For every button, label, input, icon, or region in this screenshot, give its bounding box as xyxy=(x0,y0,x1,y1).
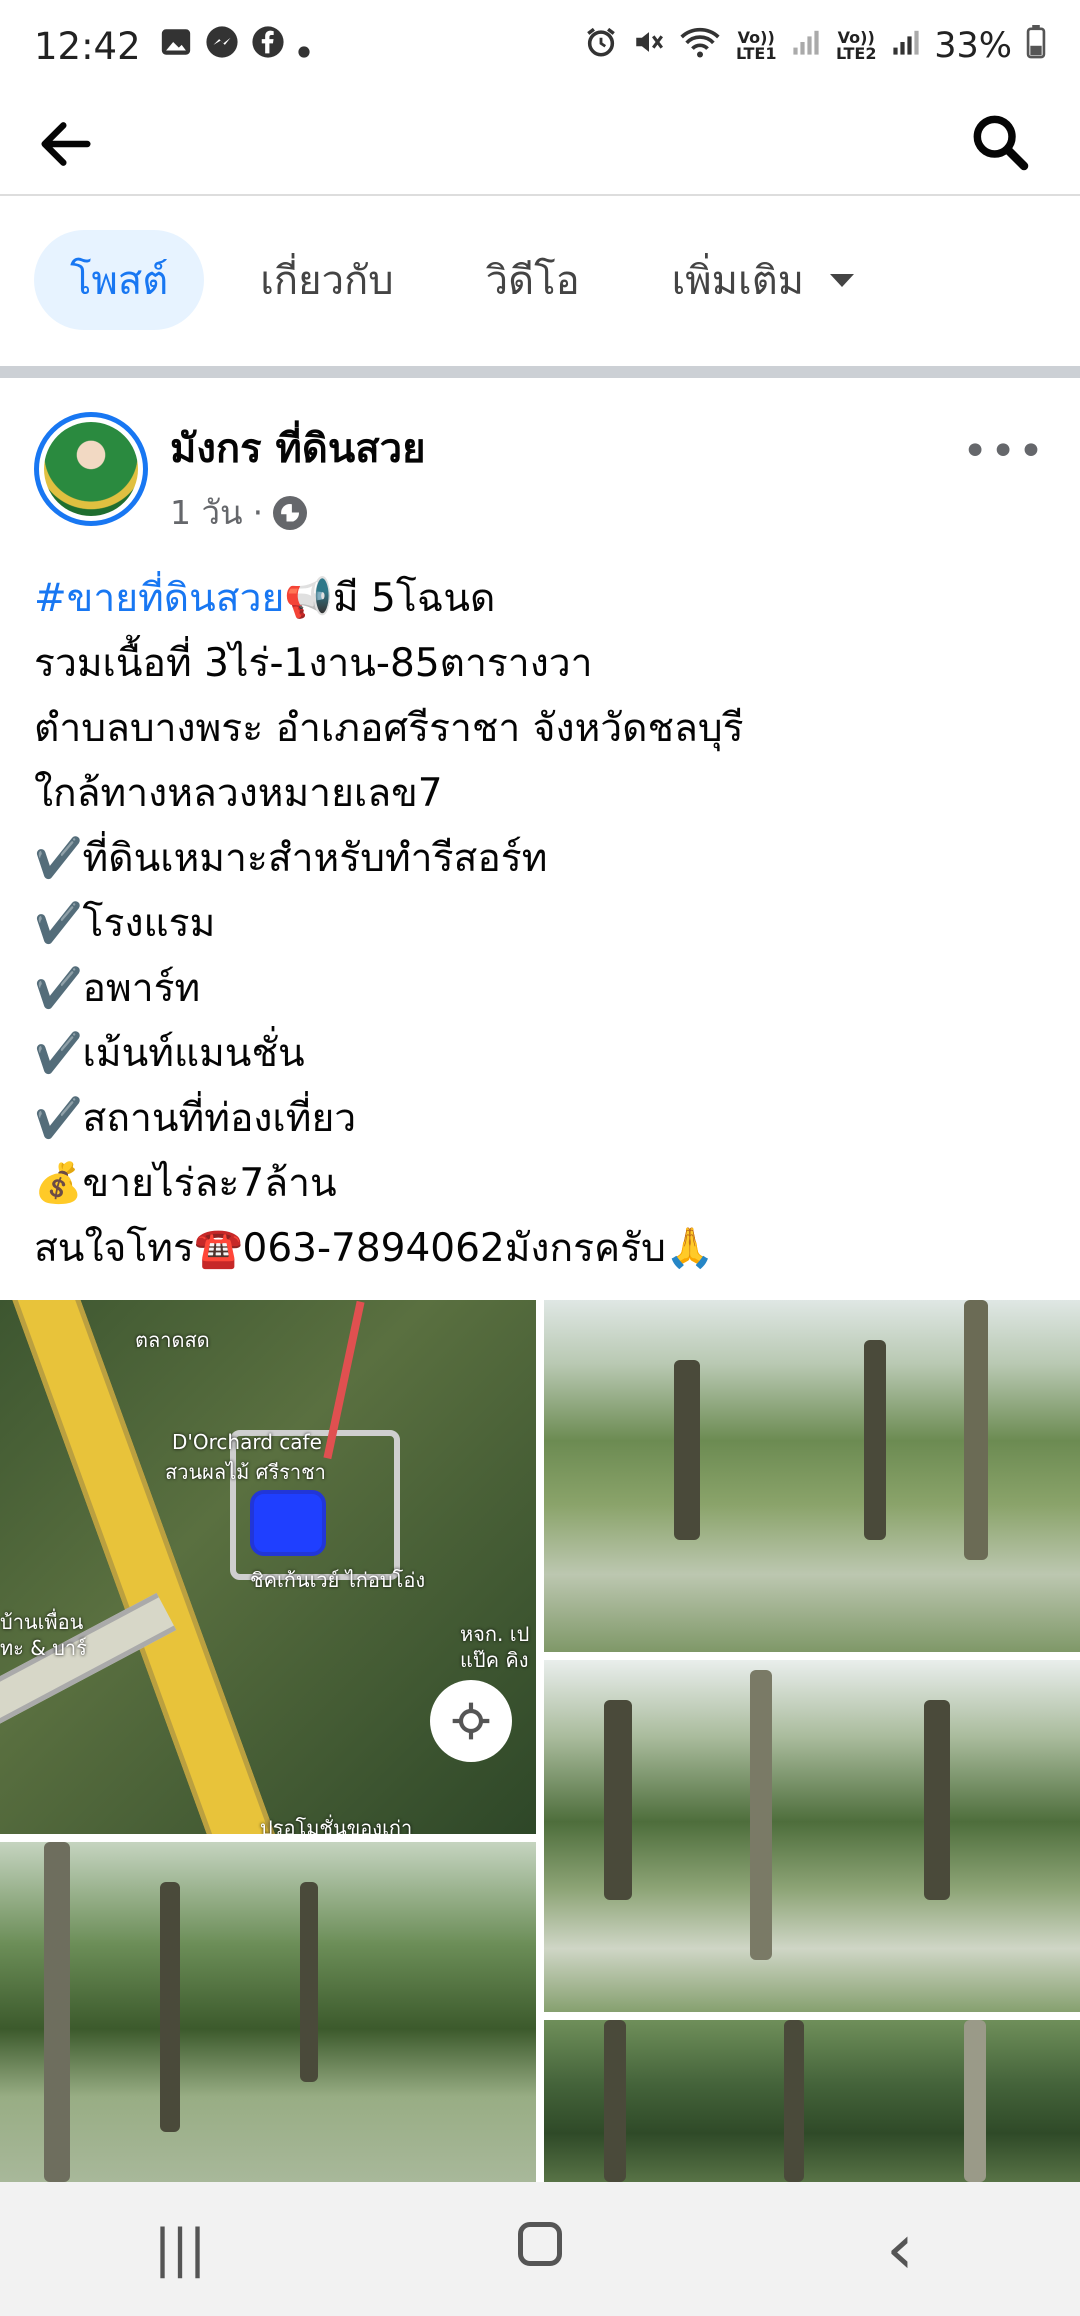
map-label-bar: ทะ & บาร์ xyxy=(0,1636,87,1660)
hashtag-link[interactable]: #ขายที่ดินสวย xyxy=(34,576,284,621)
post-line: ตำบลบางพระ อำเภอศรีราชา จังหวัดชลบุรี xyxy=(34,706,744,751)
post-author[interactable]: มังกร ที่ดินสวย xyxy=(170,416,426,480)
battery-icon xyxy=(1026,24,1046,68)
messenger-icon xyxy=(205,25,239,68)
status-time: 12:42 xyxy=(34,24,141,68)
post-meta: 1 วัน · xyxy=(170,486,308,539)
alarm-icon xyxy=(584,25,618,68)
tab-more[interactable]: เพิ่มเติม xyxy=(636,230,890,330)
back-arrow-icon[interactable] xyxy=(34,112,98,176)
more-options-icon[interactable]: ••• xyxy=(962,426,1046,477)
map-photo[interactable]: ตลาดสด D'Orchard cafe สวนผลไม้ ศรีราชา ช… xyxy=(0,1300,536,1834)
post-line: ✔️อพาร์ท xyxy=(34,966,201,1011)
post-line: ✔️ที่ดินเหมาะสำหรับทำรีสอร์ท xyxy=(34,836,548,881)
tab-more-label: เพิ่มเติม xyxy=(671,258,805,304)
post-header: มังกร ที่ดินสวย 1 วัน · ••• xyxy=(34,412,1046,542)
tab-about[interactable]: เกี่ยวกับ xyxy=(224,230,429,330)
locate-icon[interactable] xyxy=(430,1680,512,1762)
recents-icon[interactable]: ||| xyxy=(120,2219,240,2279)
map-label-restaurant: ชิคเก้นเวย์ ไก่อบโอ่ง xyxy=(250,1568,426,1592)
post-time[interactable]: 1 วัน xyxy=(170,486,243,539)
caret-down-icon xyxy=(830,273,855,287)
tab-posts[interactable]: โพสต์ xyxy=(34,230,205,330)
tab-about-label: เกี่ยวกับ xyxy=(260,258,394,304)
signal-icon xyxy=(792,26,820,66)
search-icon[interactable] xyxy=(968,110,1032,174)
profile-tabs: โพสต์ เกี่ยวกับ วิดีโอ เพิ่มเติม xyxy=(34,230,910,330)
sim1-label: Vo)) LTE1 xyxy=(735,28,777,63)
status-bar: 12:42 Vo)) LTE1 Vo)) LTE2 33% xyxy=(0,0,1080,92)
app-bar xyxy=(0,92,1080,196)
post-line: ✔️เม้นท์แมนชั่น xyxy=(34,1031,305,1076)
sim2-label: Vo)) LTE2 xyxy=(835,28,877,63)
dot-icon xyxy=(297,25,311,68)
post-line: รวมเนื้อที่ 3ไร่-1งาน-85ตารางวา xyxy=(34,641,593,686)
map-label-shop2: แป๊ค คิง xyxy=(460,1648,529,1672)
map-label-garden: สวนผลไม้ ศรีราชา xyxy=(165,1460,326,1484)
palm-photo-4[interactable] xyxy=(544,2020,1080,2182)
globe-icon xyxy=(273,495,308,530)
palm-photo-1[interactable] xyxy=(544,1300,1080,1652)
battery-percent: 33% xyxy=(934,26,1012,66)
photo-grid: ตลาดสด D'Orchard cafe สวนผลไม้ ศรีราชา ช… xyxy=(0,1300,1080,2182)
signal-icon xyxy=(892,26,920,66)
post-line: #ขายที่ดินสวย📢มี 5โฉนด xyxy=(34,566,1046,631)
gallery-icon xyxy=(159,25,193,68)
post-line: 💰ขายไร่ละ7ล้าน xyxy=(34,1161,337,1206)
tab-posts-label: โพสต์ xyxy=(70,258,169,304)
tab-videos-label: วิดีโอ xyxy=(485,258,580,304)
section-divider xyxy=(0,366,1080,378)
post-line: ใกล้ทางหลวงหมายเลข7 xyxy=(34,771,443,816)
post-line: สนใจโทร☎️063-7894062มังกรครับ🙏 xyxy=(34,1226,715,1271)
post-line: ✔️โรงแรม xyxy=(34,901,216,946)
post-body: #ขายที่ดินสวย📢มี 5โฉนด รวมเนื้อที่ 3ไร่-… xyxy=(34,566,1046,1281)
map-label-cafe: D'Orchard cafe xyxy=(172,1430,322,1454)
map-label-top: ตลาดสด xyxy=(135,1328,210,1352)
map-label-bottom: ปรอโมชั่นของเก่า xyxy=(260,1816,413,1834)
post-line-text: 📢มี 5โฉนด xyxy=(284,576,496,621)
tab-videos[interactable]: วิดีโอ xyxy=(450,230,616,330)
system-nav-bar: ||| ‹ xyxy=(0,2182,1080,2316)
palm-photo-3[interactable] xyxy=(0,1842,536,2182)
facebook-icon xyxy=(251,25,285,68)
home-icon[interactable] xyxy=(480,2219,600,2279)
wifi-icon xyxy=(680,25,720,68)
avatar[interactable] xyxy=(34,412,148,526)
meta-separator: · xyxy=(252,493,264,532)
post-line: ✔️สถานที่ท่องเที่ยว xyxy=(34,1096,357,1141)
mute-icon xyxy=(632,25,666,68)
palm-photo-2[interactable] xyxy=(544,1660,1080,2012)
back-icon[interactable]: ‹ xyxy=(840,2208,960,2290)
